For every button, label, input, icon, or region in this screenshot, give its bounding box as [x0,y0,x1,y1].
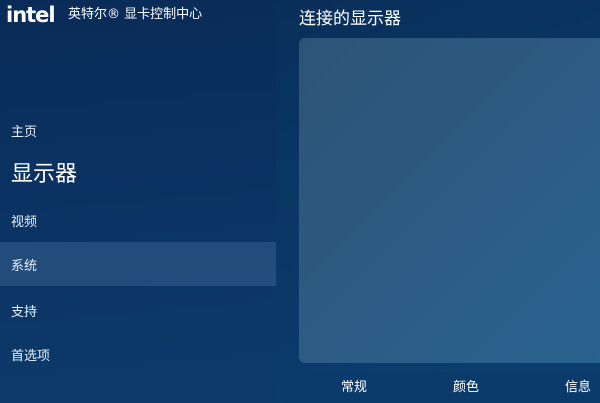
sidebar-item-home[interactable]: 主页 [0,108,276,152]
sidebar-item-label: 支持 [11,304,38,320]
tab-color[interactable]: 颜色 [453,378,479,398]
sidebar: intel 英特尔® 显卡控制中心 主页 显示器 视频 系统 支持 首选项 [0,0,276,403]
sidebar-item-label: 主页 [11,124,38,140]
sidebar-item-preferences[interactable]: 首选项 [0,332,276,376]
tab-info[interactable]: 信息 [565,378,591,398]
sidebar-item-support[interactable]: 支持 [0,288,276,332]
sidebar-item-system[interactable]: 系统 [0,242,276,286]
intel-logo: intel [6,3,56,27]
sidebar-item-label: 视频 [11,214,38,230]
sidebar-item-label: 系统 [11,258,38,274]
intel-logo-text: intel [6,3,56,27]
app-title: 英特尔® 显卡控制中心 [68,7,203,22]
sidebar-item-video[interactable]: 视频 [0,198,276,242]
sidebar-item-display[interactable]: 显示器 [11,160,77,190]
sidebar-item-label: 首选项 [11,348,51,364]
tab-general[interactable]: 常规 [341,378,367,398]
page-title: 连接的显示器 [299,9,401,29]
tab-bar [282,372,600,403]
connected-display-panel[interactable] [299,38,600,363]
